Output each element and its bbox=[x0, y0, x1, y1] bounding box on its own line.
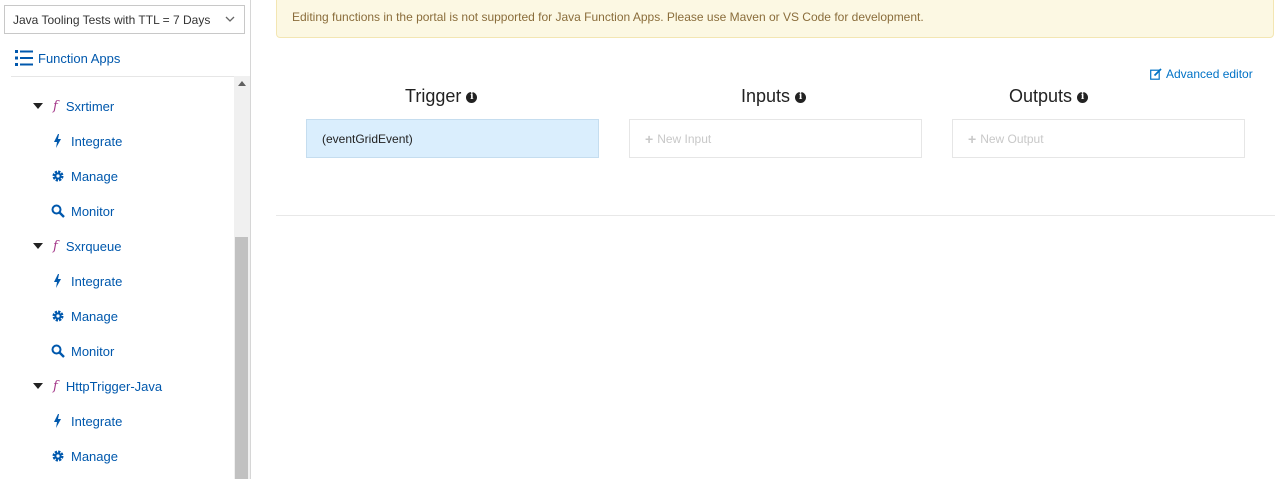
function-icon: f bbox=[53, 238, 58, 254]
gear-icon bbox=[52, 450, 64, 462]
warning-banner-text: Editing functions in the portal is not s… bbox=[292, 10, 924, 24]
scroll-up-arrow-icon[interactable] bbox=[238, 81, 246, 86]
function-apps-label: Function Apps bbox=[38, 50, 121, 66]
tree-item-label: Manage bbox=[71, 308, 118, 324]
scrollbar-thumb[interactable] bbox=[235, 237, 248, 479]
function-tree: f Sxrtimer Integrate Manage Monitor f Sx bbox=[11, 76, 234, 479]
outputs-title: Outputs bbox=[1009, 85, 1073, 106]
tree-function-httptrigger-java[interactable]: f HttpTrigger-Java bbox=[33, 376, 162, 396]
tree-item-manage[interactable]: Manage bbox=[51, 446, 118, 466]
chevron-down-icon bbox=[225, 16, 235, 22]
outputs-heading: Outputs i bbox=[1009, 85, 1089, 107]
info-icon[interactable]: i bbox=[1077, 91, 1089, 103]
trigger-binding[interactable]: (eventGridEvent) bbox=[306, 119, 599, 158]
lightning-icon bbox=[54, 134, 61, 148]
search-icon bbox=[51, 204, 65, 218]
tree-item-manage[interactable]: Manage bbox=[51, 306, 118, 326]
new-output-label: New Output bbox=[980, 131, 1044, 146]
inputs-heading: Inputs i bbox=[741, 85, 807, 107]
inputs-title: Inputs bbox=[741, 85, 791, 106]
plus-icon: + bbox=[645, 130, 654, 147]
warning-banner: Editing functions in the portal is not s… bbox=[276, 0, 1274, 38]
subscription-select[interactable]: Java Tooling Tests with TTL = 7 Days bbox=[4, 5, 245, 34]
trigger-binding-label: (eventGridEvent) bbox=[322, 131, 413, 146]
tree-item-monitor[interactable]: Monitor bbox=[51, 341, 114, 361]
tree-item-label: Integrate bbox=[71, 413, 123, 429]
list-icon bbox=[15, 50, 33, 66]
trigger-heading: Trigger i bbox=[405, 85, 478, 107]
tree-function-sxrtimer[interactable]: f Sxrtimer bbox=[33, 96, 114, 116]
trigger-title: Trigger bbox=[405, 85, 462, 106]
tree-item-manage[interactable]: Manage bbox=[51, 166, 118, 186]
edit-icon bbox=[1150, 68, 1162, 80]
advanced-editor-label: Advanced editor bbox=[1166, 67, 1253, 81]
tree-item-label: Integrate bbox=[71, 133, 123, 149]
new-output-button[interactable]: + New Output bbox=[952, 119, 1245, 158]
tree-item-label: Monitor bbox=[71, 203, 115, 219]
tree-item-label: Integrate bbox=[71, 273, 123, 289]
function-icon: f bbox=[53, 378, 58, 394]
function-name: HttpTrigger-Java bbox=[65, 378, 163, 394]
tree-item-label: Monitor bbox=[71, 343, 115, 359]
tree-item-label: Manage bbox=[71, 168, 118, 184]
info-icon[interactable]: i bbox=[466, 91, 478, 103]
expand-triangle-icon[interactable] bbox=[33, 243, 43, 249]
function-icon: f bbox=[53, 98, 58, 114]
expand-triangle-icon[interactable] bbox=[33, 103, 43, 109]
sidebar: Java Tooling Tests with TTL = 7 Days Fun… bbox=[0, 0, 251, 479]
function-apps-header[interactable]: Function Apps bbox=[14, 46, 120, 70]
plus-icon: + bbox=[968, 130, 977, 147]
tree-item-integrate[interactable]: Integrate bbox=[51, 271, 122, 291]
gear-icon bbox=[52, 170, 64, 182]
info-icon[interactable]: i bbox=[795, 91, 807, 103]
section-divider bbox=[276, 215, 1275, 216]
sidebar-scrollbar[interactable] bbox=[234, 76, 250, 479]
lightning-icon bbox=[54, 414, 61, 428]
gear-icon bbox=[52, 310, 64, 322]
function-name: Sxrtimer bbox=[65, 98, 115, 114]
expand-triangle-icon[interactable] bbox=[33, 383, 43, 389]
function-name: Sxrqueue bbox=[65, 238, 122, 254]
search-icon bbox=[51, 344, 65, 358]
tree-item-integrate[interactable]: Integrate bbox=[51, 131, 122, 151]
tree-item-monitor[interactable]: Monitor bbox=[51, 201, 114, 221]
tree-item-label: Manage bbox=[71, 448, 118, 464]
new-input-button[interactable]: + New Input bbox=[629, 119, 922, 158]
tree-function-sxrqueue[interactable]: f Sxrqueue bbox=[33, 236, 121, 256]
subscription-select-value: Java Tooling Tests with TTL = 7 Days bbox=[13, 13, 211, 27]
advanced-editor-link[interactable]: Advanced editor bbox=[1150, 67, 1253, 81]
tree-item-integrate[interactable]: Integrate bbox=[51, 411, 122, 431]
new-input-label: New Input bbox=[657, 131, 712, 146]
lightning-icon bbox=[54, 274, 61, 288]
